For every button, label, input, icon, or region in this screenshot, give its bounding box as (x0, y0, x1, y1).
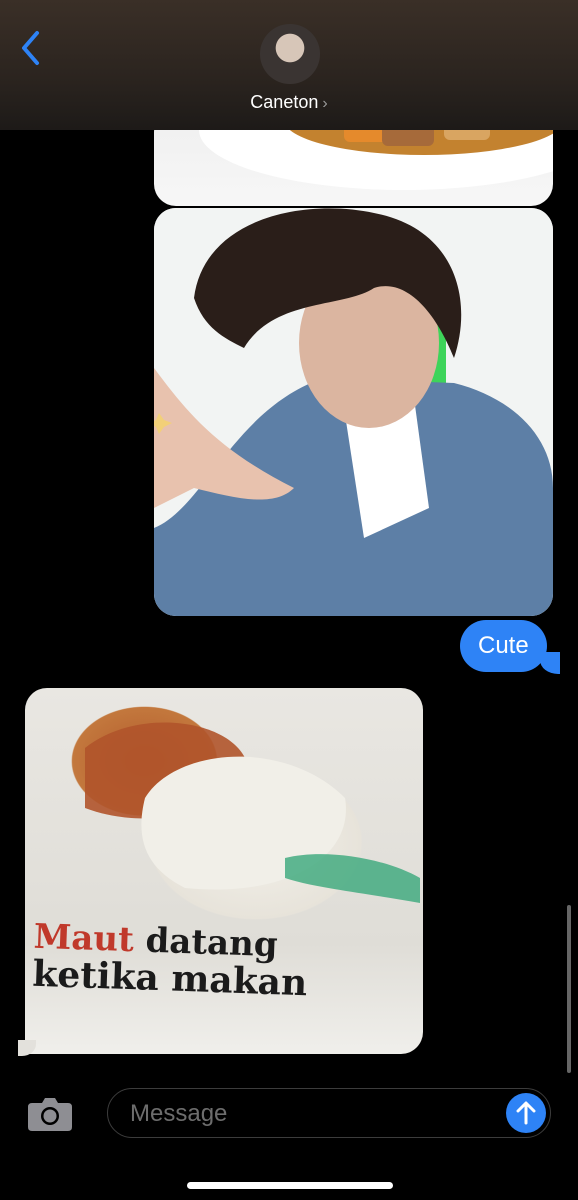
chevron-right-icon: › (322, 95, 328, 112)
sent-message-bubble[interactable]: Cute (460, 620, 547, 672)
arrow-up-icon (516, 1101, 536, 1125)
bubble-tail (540, 652, 560, 674)
camera-button[interactable] (26, 1093, 74, 1133)
photo-bubble-newspaper[interactable]: Maut datang ketika makan (25, 688, 423, 1054)
chevron-left-icon (22, 31, 39, 65)
camera-icon (28, 1098, 72, 1131)
contact-name[interactable]: Caneton › (0, 92, 578, 113)
message-field[interactable] (107, 1088, 551, 1139)
chat-header: Caneton › (0, 0, 578, 130)
avatar[interactable] (260, 24, 320, 84)
scroll-indicator[interactable] (567, 905, 571, 1073)
home-indicator (187, 1182, 393, 1189)
back-button[interactable] (14, 28, 48, 68)
newspaper-headline: Maut datang ketika makan (31, 916, 308, 1004)
photo-bubble-person[interactable] (154, 208, 553, 616)
sent-message-text: Cute (478, 632, 529, 659)
message-input[interactable] (128, 1089, 492, 1139)
send-button[interactable] (506, 1093, 546, 1133)
